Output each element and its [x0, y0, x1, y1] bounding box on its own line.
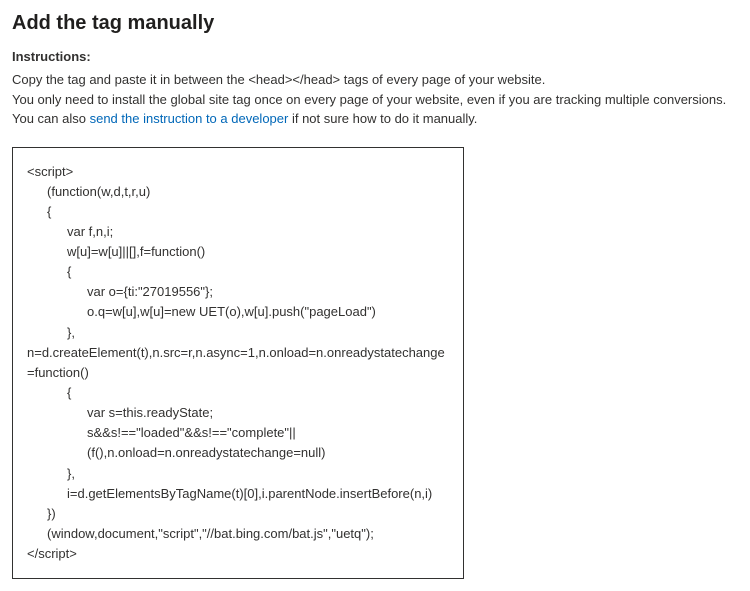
send-to-developer-link[interactable]: send the instruction to a developer: [90, 111, 289, 126]
code-line: s&&s!=="loaded"&&s!=="complete"||(f(),n.…: [87, 423, 449, 463]
code-line: n=d.createElement(t),n.src=r,n.async=1,n…: [27, 343, 449, 383]
code-line: {: [67, 383, 449, 403]
code-line: var o={ti:"27019556"};: [87, 282, 449, 302]
instructions-block: Copy the tag and paste it in between the…: [12, 70, 738, 129]
instruction-line-3-suffix: if not sure how to do it manually.: [288, 111, 477, 126]
code-line: },: [67, 323, 449, 343]
code-line: var s=this.readyState;: [87, 403, 449, 423]
code-line: },: [67, 464, 449, 484]
code-line: (window,document,"script","//bat.bing.co…: [47, 524, 449, 544]
instruction-line-3-prefix: You can also: [12, 111, 90, 126]
tag-code-box: <script> (function(w,d,t,r,u) { var f,n,…: [12, 147, 464, 580]
code-line: var f,n,i;: [67, 222, 449, 242]
code-line: o.q=w[u],w[u]=new UET(o),w[u].push("page…: [87, 302, 449, 322]
code-line: (function(w,d,t,r,u): [47, 182, 449, 202]
code-line: i=d.getElementsByTagName(t)[0],i.parentN…: [67, 484, 449, 504]
instruction-line-3: You can also send the instruction to a d…: [12, 109, 738, 129]
code-line: </script>: [27, 544, 449, 564]
code-line: {: [47, 202, 449, 222]
instructions-label: Instructions:: [12, 49, 738, 64]
instruction-line-1: Copy the tag and paste it in between the…: [12, 70, 738, 90]
instruction-line-2: You only need to install the global site…: [12, 90, 738, 110]
code-line: {: [67, 262, 449, 282]
page-title: Add the tag manually: [12, 12, 738, 35]
code-line: }): [47, 504, 449, 524]
code-line: w[u]=w[u]||[],f=function(): [67, 242, 449, 262]
code-line: <script>: [27, 162, 449, 182]
